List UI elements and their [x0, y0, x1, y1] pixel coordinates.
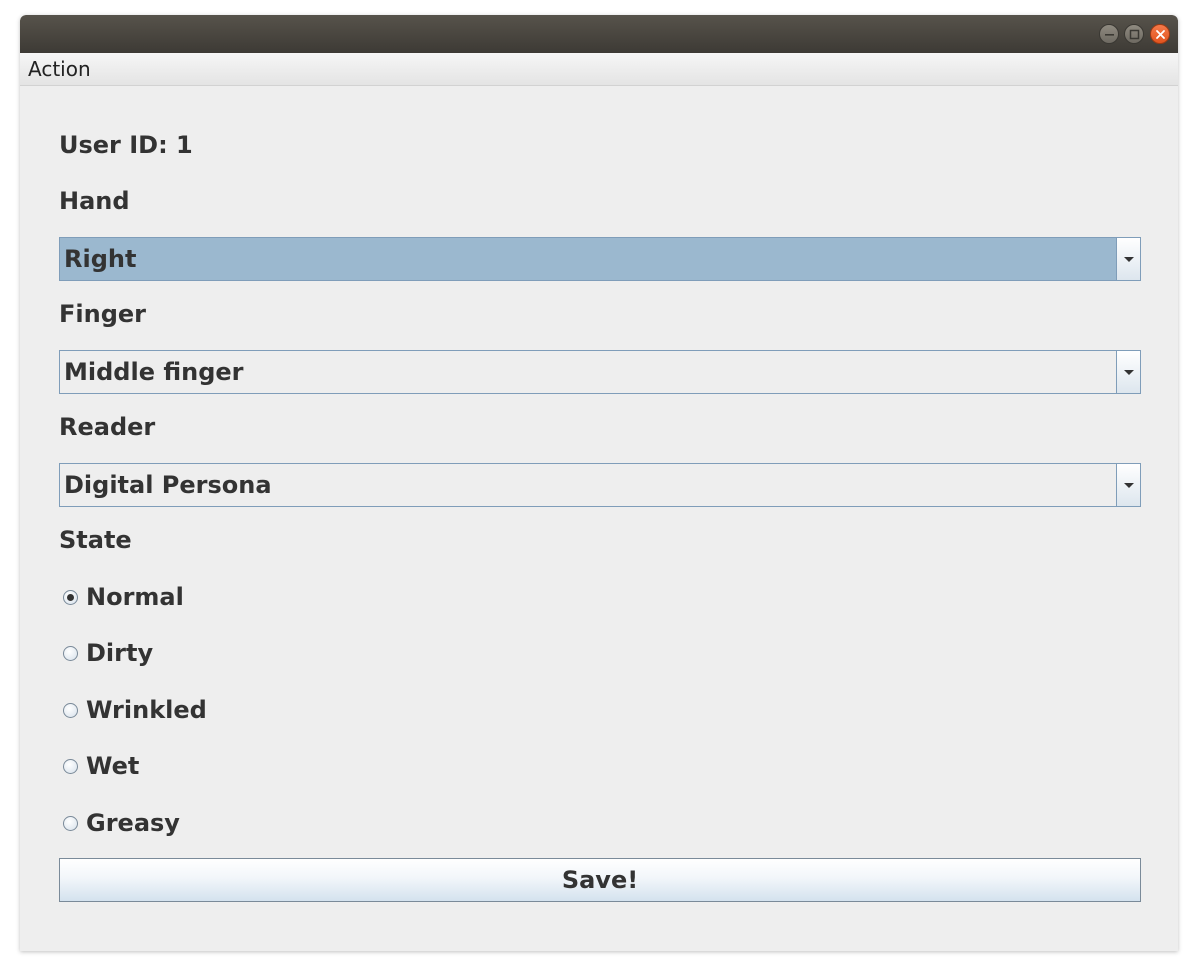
reader-dropdown-value: Digital Persona [64, 471, 272, 499]
chevron-down-icon [1124, 257, 1134, 262]
radio-button[interactable] [63, 646, 78, 661]
user-id-label: User ID: 1 [59, 131, 193, 159]
minimize-icon[interactable] [1099, 24, 1119, 44]
maximize-icon[interactable] [1124, 24, 1144, 44]
radio-button[interactable] [63, 590, 78, 605]
radio-label[interactable]: Wet [86, 751, 139, 781]
radio-button[interactable] [63, 816, 78, 831]
menu-action[interactable]: Action [28, 57, 91, 81]
reader-dropdown[interactable]: Digital Persona [59, 463, 1141, 507]
finger-dropdown[interactable]: Middle finger [59, 350, 1141, 394]
menu-bar: Action [20, 53, 1178, 86]
close-icon[interactable] [1150, 24, 1170, 44]
radio-button[interactable] [63, 703, 78, 718]
finger-dropdown-arrow[interactable] [1116, 351, 1140, 393]
radio-label[interactable]: Wrinkled [86, 695, 207, 725]
chevron-down-icon [1124, 483, 1134, 488]
radio-label[interactable]: Dirty [86, 638, 153, 668]
radio-label[interactable]: Normal [86, 582, 184, 612]
hand-dropdown-arrow[interactable] [1116, 238, 1140, 280]
radio-button[interactable] [63, 759, 78, 774]
radio-label[interactable]: Greasy [86, 808, 180, 838]
reader-label: Reader [59, 413, 156, 441]
save-button[interactable]: Save! [59, 858, 1141, 902]
finger-label: Finger [59, 300, 146, 328]
hand-dropdown[interactable]: Right [59, 237, 1141, 281]
reader-dropdown-arrow[interactable] [1116, 464, 1140, 506]
finger-dropdown-value: Middle finger [64, 358, 244, 386]
hand-label: Hand [59, 187, 130, 215]
title-bar[interactable] [20, 15, 1178, 53]
state-label: State [59, 526, 132, 554]
chevron-down-icon [1124, 370, 1134, 375]
app-window: Action User ID: 1 Hand Right Finger Midd… [20, 15, 1178, 951]
hand-dropdown-value: Right [64, 245, 137, 273]
radio-selected-dot [67, 594, 74, 601]
